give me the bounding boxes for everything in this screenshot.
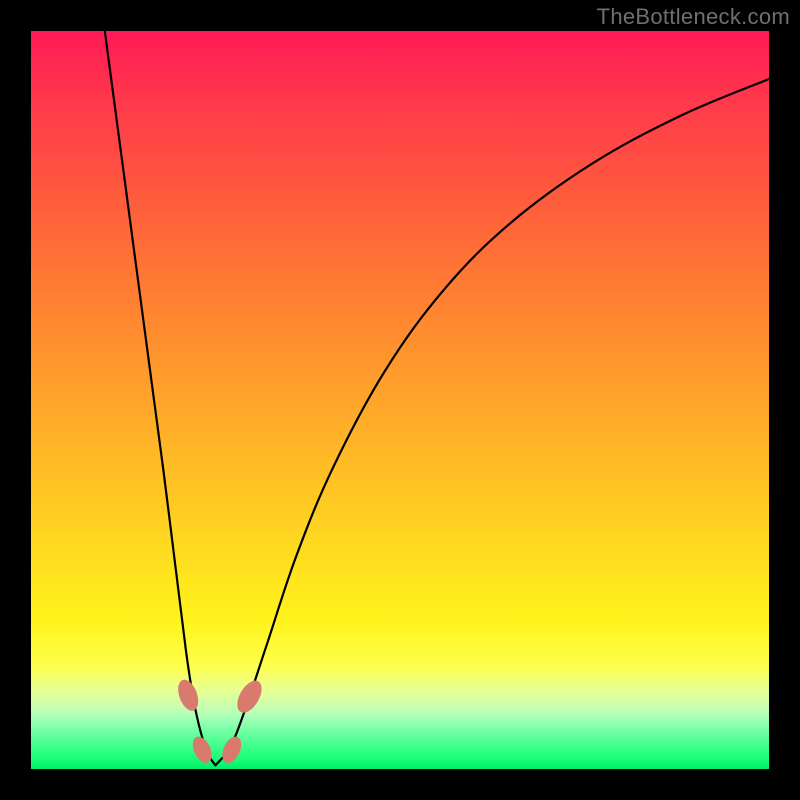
right-curve [216,79,770,765]
left-curve [105,31,216,765]
chart-frame: TheBottleneck.com [0,0,800,800]
bead-group [174,677,266,766]
bead-right-upper [232,677,266,717]
bead-right-lower [218,734,245,766]
watermark-text: TheBottleneck.com [597,4,790,30]
curves-svg [31,31,769,769]
plot-area [31,31,769,769]
bead-left-upper [174,677,202,714]
